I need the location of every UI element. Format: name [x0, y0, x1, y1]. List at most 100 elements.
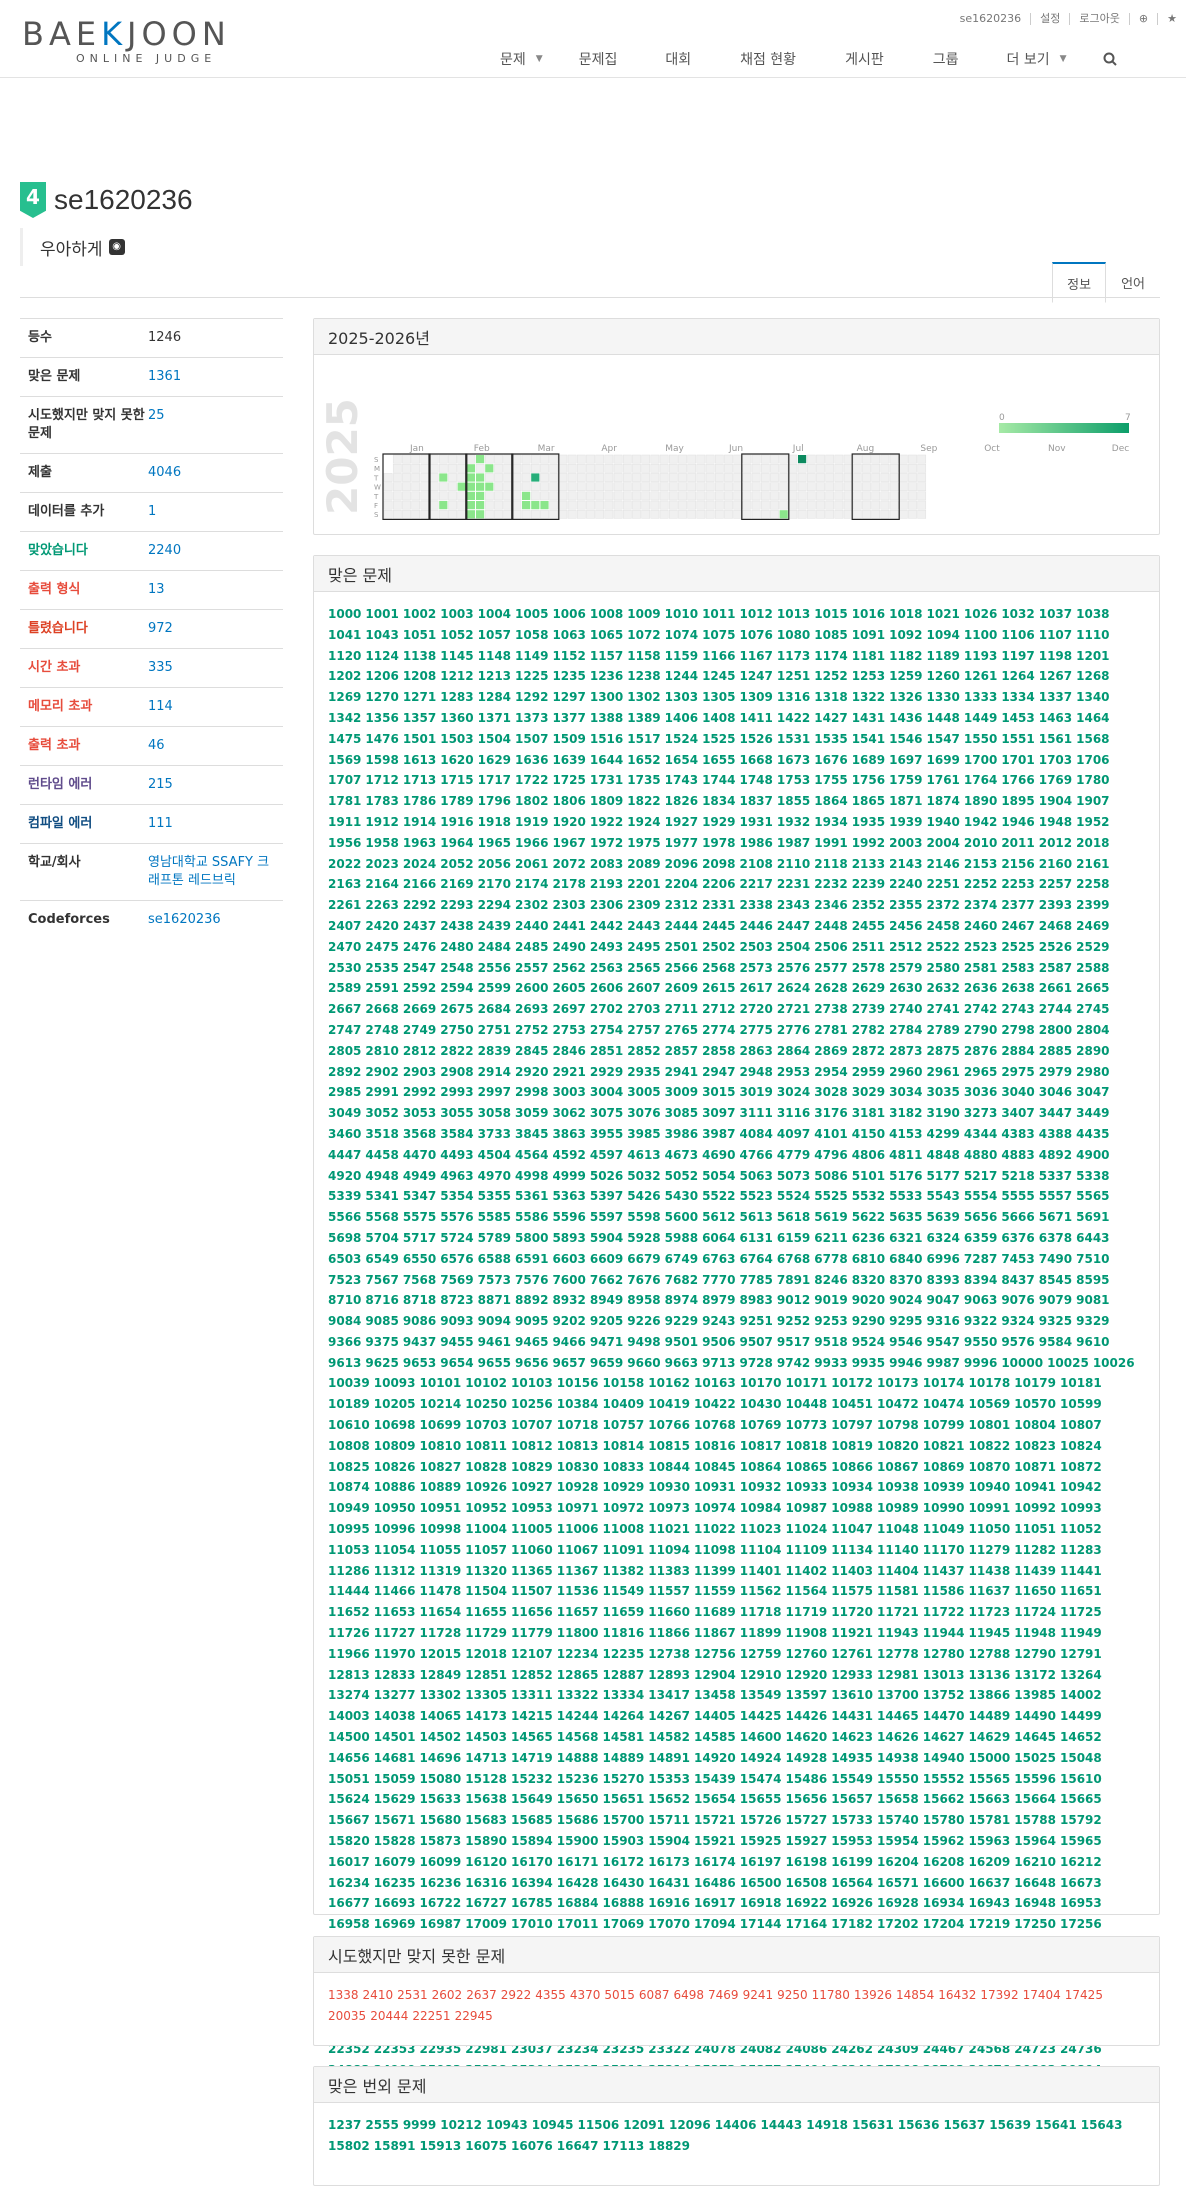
problem-link[interactable]: 2935	[627, 1062, 660, 1083]
problem-link[interactable]: 7510	[1076, 1249, 1109, 1270]
problem-link[interactable]: 9713	[702, 1353, 735, 1374]
problem-link[interactable]: 3449	[1076, 1103, 1109, 1124]
problem-link[interactable]: 8932	[552, 1290, 585, 1311]
problem-link[interactable]: 9466	[552, 1332, 585, 1353]
problem-link[interactable]: 10773	[786, 1415, 828, 1436]
problem-link[interactable]: 2920	[515, 1062, 548, 1083]
problem-link[interactable]: 1193	[964, 646, 997, 667]
problem-link[interactable]: 1264	[1001, 666, 1034, 687]
problem-link[interactable]: 11727	[374, 1623, 416, 1644]
problem-link[interactable]: 11536	[557, 1581, 599, 1602]
problem-link[interactable]: 2004	[927, 833, 960, 854]
problem-link[interactable]: 3053	[403, 1103, 436, 1124]
problem-link[interactable]: 9506	[702, 1332, 735, 1353]
problem-link[interactable]: 8892	[515, 1290, 548, 1311]
problem-link[interactable]: 4470	[403, 1145, 436, 1166]
problem-link[interactable]: 12018	[465, 1644, 507, 1665]
problem-link[interactable]: 3059	[515, 1103, 548, 1124]
problem-link[interactable]: 9081	[1076, 1290, 1109, 1311]
problem-link[interactable]: 15657	[831, 1789, 873, 1810]
problem-link[interactable]: 15631	[852, 2115, 894, 2136]
problem-link[interactable]: 11549	[603, 1581, 645, 1602]
problem-link[interactable]: 1806	[552, 791, 585, 812]
problem-link[interactable]: 5218	[1001, 1166, 1034, 1187]
problem-link[interactable]: 14928	[786, 1748, 828, 1769]
problem-link[interactable]: 16500	[740, 1873, 782, 1894]
problem-link[interactable]: 13274	[328, 1685, 370, 1706]
stats-value[interactable]: 1	[148, 503, 275, 521]
problem-link[interactable]: 16648	[1014, 1873, 1056, 1894]
problem-link[interactable]: 2555	[365, 2115, 398, 2136]
problem-link[interactable]: 3518	[365, 1124, 398, 1145]
nav-status[interactable]: 채점 현황	[740, 48, 796, 70]
problem-link[interactable]: 1302	[627, 687, 660, 708]
problem-link[interactable]: 2110	[777, 854, 810, 875]
problem-link[interactable]: 1008	[590, 604, 623, 625]
problem-link[interactable]: 14940	[923, 1748, 965, 1769]
problem-link[interactable]: 1927	[665, 812, 698, 833]
problem-link[interactable]: 13136	[969, 1665, 1011, 1686]
problem-link[interactable]: 7453	[1001, 1249, 1034, 1270]
problem-link[interactable]: 9093	[440, 1311, 473, 1332]
problem-link[interactable]: 10931	[694, 1477, 736, 1498]
problem-link[interactable]: 11134	[831, 1540, 873, 1561]
problem-link[interactable]: 10814	[603, 1436, 645, 1457]
problem-link[interactable]: 8595	[1076, 1270, 1109, 1291]
problem-link[interactable]: 16508	[786, 1873, 828, 1894]
problem-link[interactable]: 2606	[590, 978, 623, 999]
problem-link[interactable]: 15486	[786, 1769, 828, 1790]
problem-link[interactable]: 2456	[889, 916, 922, 937]
problem-link[interactable]: 16171	[557, 1852, 599, 1873]
problem-link[interactable]: 9547	[927, 1332, 960, 1353]
problem-link[interactable]: 3085	[665, 1103, 698, 1124]
problem-link[interactable]: 9663	[665, 1353, 698, 1374]
problem-link[interactable]: 1652	[627, 750, 660, 771]
problem-link[interactable]: 4101	[814, 1124, 847, 1145]
problem-link[interactable]: 7469	[708, 1985, 739, 2006]
problem-link[interactable]: 1464	[1076, 708, 1109, 729]
problem-link[interactable]: 2444	[665, 916, 698, 937]
problem-link[interactable]: 16075	[465, 2136, 507, 2157]
problem-link[interactable]: 9024	[889, 1290, 922, 1311]
problem-link[interactable]: 1940	[927, 812, 960, 833]
problem-link[interactable]: 11945	[969, 1623, 1011, 1644]
problem-link[interactable]: 1334	[1001, 687, 1034, 708]
problem-link[interactable]: 1157	[590, 646, 623, 667]
problem-link[interactable]: 2782	[852, 1020, 885, 1041]
problem-link[interactable]: 2875	[927, 1041, 960, 1062]
problem-link[interactable]: 15740	[877, 1810, 919, 1831]
problem-link[interactable]: 1978	[702, 833, 735, 854]
problem-link[interactable]: 6321	[889, 1228, 922, 1249]
problem-link[interactable]: 1744	[702, 770, 735, 791]
problem-link[interactable]: 1986	[739, 833, 772, 854]
problem-link[interactable]: 2204	[665, 874, 698, 895]
problem-link[interactable]: 10874	[328, 1477, 370, 1498]
problem-link[interactable]: 2857	[665, 1041, 698, 1062]
problem-link[interactable]: 2810	[365, 1041, 398, 1062]
problem-link[interactable]: 1003	[440, 604, 473, 625]
problem-link[interactable]: 16428	[557, 1873, 599, 1894]
problem-link[interactable]: 5596	[552, 1207, 585, 1228]
problem-link[interactable]: 10930	[648, 1477, 690, 1498]
problem-link[interactable]: 14244	[557, 1706, 599, 1727]
problem-link[interactable]: 2445	[702, 916, 735, 937]
problem-link[interactable]: 1267	[1039, 666, 1072, 687]
problem-link[interactable]: 10996	[374, 1519, 416, 1540]
problem-link[interactable]: 2993	[440, 1082, 473, 1103]
problem-link[interactable]: 16197	[740, 1852, 782, 1873]
problem-link[interactable]: 1956	[328, 833, 361, 854]
problem-link[interactable]: 1038	[1076, 604, 1109, 625]
problem-link[interactable]: 7600	[552, 1270, 585, 1291]
problem-link[interactable]: 2960	[889, 1062, 922, 1083]
problem-link[interactable]: 12910	[740, 1665, 782, 1686]
problem-link[interactable]: 2747	[328, 1020, 361, 1041]
problem-link[interactable]: 2668	[365, 999, 398, 1020]
problem-link[interactable]: 5054	[702, 1166, 735, 1187]
problem-link[interactable]: 2997	[478, 1082, 511, 1103]
problem-link[interactable]: 6498	[673, 1985, 704, 2006]
problem-link[interactable]: 1436	[889, 708, 922, 729]
problem-link[interactable]: 2003	[889, 833, 922, 854]
problem-link[interactable]: 11816	[603, 1623, 645, 1644]
problem-link[interactable]: 1072	[627, 625, 660, 646]
problem-link[interactable]: 13305	[465, 1685, 507, 1706]
